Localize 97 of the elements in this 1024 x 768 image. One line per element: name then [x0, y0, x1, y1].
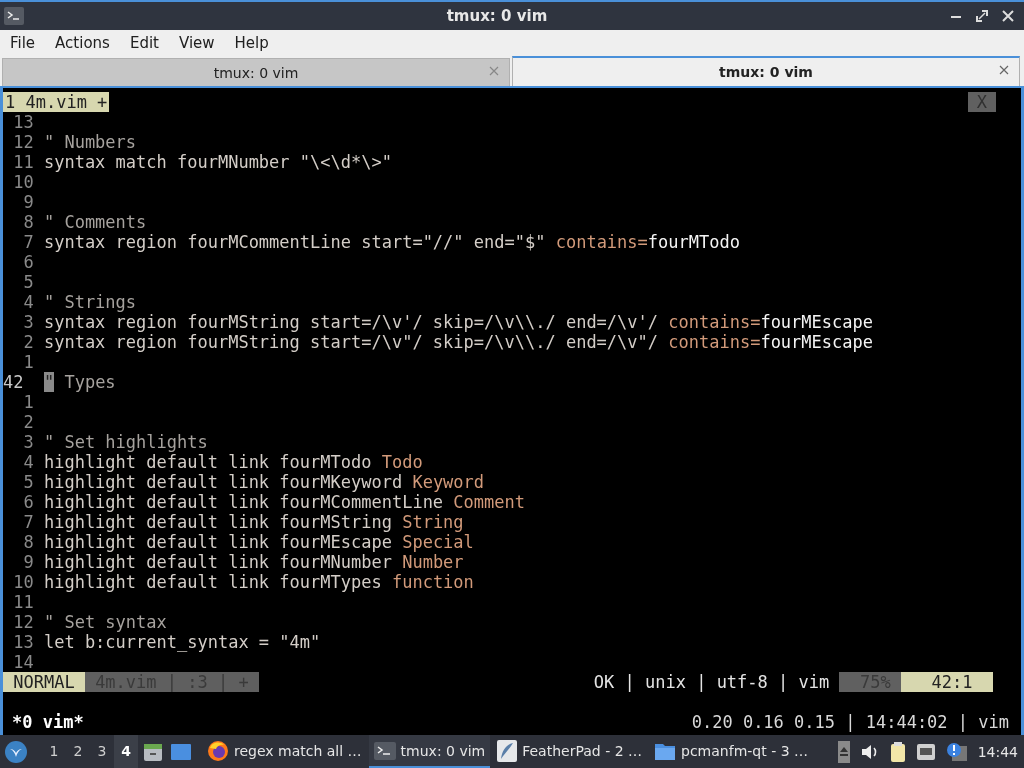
line-number: 12 — [12, 612, 34, 632]
tmux-window[interactable]: *0 vim* — [3, 712, 84, 732]
feather-icon — [497, 739, 518, 762]
line-number: 5 — [22, 472, 34, 492]
line-number: 13 — [12, 112, 34, 132]
code-text: fourMEscape — [760, 332, 873, 352]
code-comment: " Set syntax — [43, 612, 167, 632]
code-keyword: contains= — [668, 332, 761, 352]
code-text: highlight default link fourMKeyword — [43, 472, 404, 492]
close-button[interactable] — [1002, 10, 1014, 22]
close-icon[interactable] — [999, 65, 1009, 75]
text-cursor: " — [43, 372, 55, 392]
line-number: 7 — [22, 232, 34, 252]
code-comment: " Strings — [43, 292, 137, 312]
code-keyword: function — [391, 572, 474, 592]
code-text: fourMEscape — [760, 312, 873, 332]
buffer-tab[interactable]: 1 4m.vim + — [3, 92, 110, 112]
menu-item[interactable]: Edit — [122, 34, 166, 52]
menu-item[interactable]: File — [3, 34, 43, 52]
line-number: 14 — [12, 652, 34, 672]
code-text: syntax region fourMString start=/\v'/ skip=/\v\\./ end=/\v'/ — [43, 312, 660, 332]
line-number: 3 — [22, 312, 34, 332]
eject-icon — [837, 740, 850, 763]
notification-icon — [945, 741, 968, 762]
code-text: let b:current_syntax = "4m" — [43, 632, 321, 652]
desktop-switcher[interactable]: 1 — [42, 735, 66, 768]
code-keyword: Special — [402, 532, 474, 552]
code-keyword: String — [402, 512, 464, 532]
close-icon — [1002, 10, 1014, 22]
taskbar-button[interactable]: regex match all … — [202, 735, 367, 768]
menu-item[interactable]: View — [171, 34, 222, 52]
desktop-switcher[interactable]: 4 — [114, 735, 138, 768]
line-number: 2 — [22, 332, 34, 352]
code-text: highlight default link fourMCommentLine — [43, 492, 445, 512]
network-icon — [915, 742, 936, 761]
maximize-icon — [976, 10, 988, 22]
line-number: 13 — [12, 632, 34, 652]
tmux-status: 0.20 0.16 0.15 | 14:44:02 | vim — [691, 712, 1009, 732]
line-number: 11 — [12, 152, 34, 172]
code-keyword: Todo — [381, 452, 423, 472]
line-number: 10 — [12, 572, 34, 592]
code-keyword: Number — [402, 552, 464, 572]
line-number: 8 — [22, 532, 34, 552]
code-text: highlight default link fourMTypes — [43, 572, 383, 592]
line-number: 9 — [22, 192, 34, 212]
code-text: highlight default link fourMTodo — [43, 452, 373, 472]
code-text: highlight default link fourMNumber — [43, 552, 393, 572]
code-text: highlight default link fourMString — [43, 512, 393, 532]
line-number: 2 — [22, 412, 34, 432]
menu-item[interactable]: Help — [227, 34, 276, 52]
window-title: tmux: 0 vim — [445, 7, 549, 25]
line-number: 7 — [22, 512, 34, 532]
code-keyword: Comment — [453, 492, 525, 512]
clipboard-icon — [889, 740, 906, 763]
mode-indicator: NORMAL — [3, 672, 85, 692]
line-number: 5 — [22, 272, 34, 292]
terminal-icon — [4, 7, 24, 25]
code-text: syntax match fourMNumber "\<\d*\>" — [43, 152, 392, 172]
window-icon — [170, 741, 192, 762]
clock: 14:44 — [977, 743, 1018, 760]
file-format-info: OK | unix | utf-8 | vim — [593, 672, 830, 692]
line-number: 12 — [12, 132, 34, 152]
code-text: syntax region fourMCommentLine start="//" end="$" — [43, 232, 547, 252]
code-keyword: Keyword — [412, 472, 485, 492]
browser-icon — [207, 739, 229, 762]
line-number: 9 — [22, 552, 34, 572]
line-number: 1 — [22, 352, 34, 372]
code-comment: " Set highlights — [43, 432, 208, 452]
line-number: 6 — [22, 492, 34, 512]
line-number: 10 — [12, 172, 34, 192]
code-comment: " Numbers — [43, 132, 137, 152]
line-number: 4 — [22, 452, 34, 472]
terminal-tab[interactable]: tmux: 0 vim — [2, 58, 510, 86]
line-number: 4 — [22, 292, 34, 312]
line-number: 42 — [3, 372, 25, 392]
code-text: highlight default link fourMEscape — [43, 532, 393, 552]
terminal-tab[interactable]: tmux: 0 vim — [512, 56, 1020, 86]
code-text: syntax region fourMString start=/\v"/ skip=/\v\\./ end=/\v"/ — [43, 332, 660, 352]
taskbar-button[interactable]: pcmanfm-qt - 3 … — [649, 735, 813, 768]
terminal-icon — [373, 741, 396, 760]
line-number: 3 — [22, 432, 34, 452]
code-comment: " Comments — [43, 212, 147, 232]
desktop-switcher[interactable]: 2 — [66, 735, 90, 768]
desktop-switcher[interactable]: 3 — [90, 735, 114, 768]
maximize-button[interactable] — [976, 10, 988, 22]
line-number: 8 — [22, 212, 34, 232]
cursor-position: 42:1 — [900, 672, 993, 692]
line-number: 11 — [12, 592, 34, 612]
taskbar-button[interactable]: tmux: 0 vim — [368, 735, 491, 768]
menu-item[interactable]: Actions — [48, 34, 117, 52]
line-number: 6 — [22, 252, 34, 272]
code-keyword: contains= — [668, 312, 761, 332]
line-number: 1 — [22, 392, 34, 412]
code-text: fourMTodo — [647, 232, 740, 252]
taskbar-button[interactable]: FeatherPad - 2 … — [492, 735, 648, 768]
code-comment: Types — [63, 372, 116, 392]
code-keyword: contains= — [555, 232, 648, 252]
